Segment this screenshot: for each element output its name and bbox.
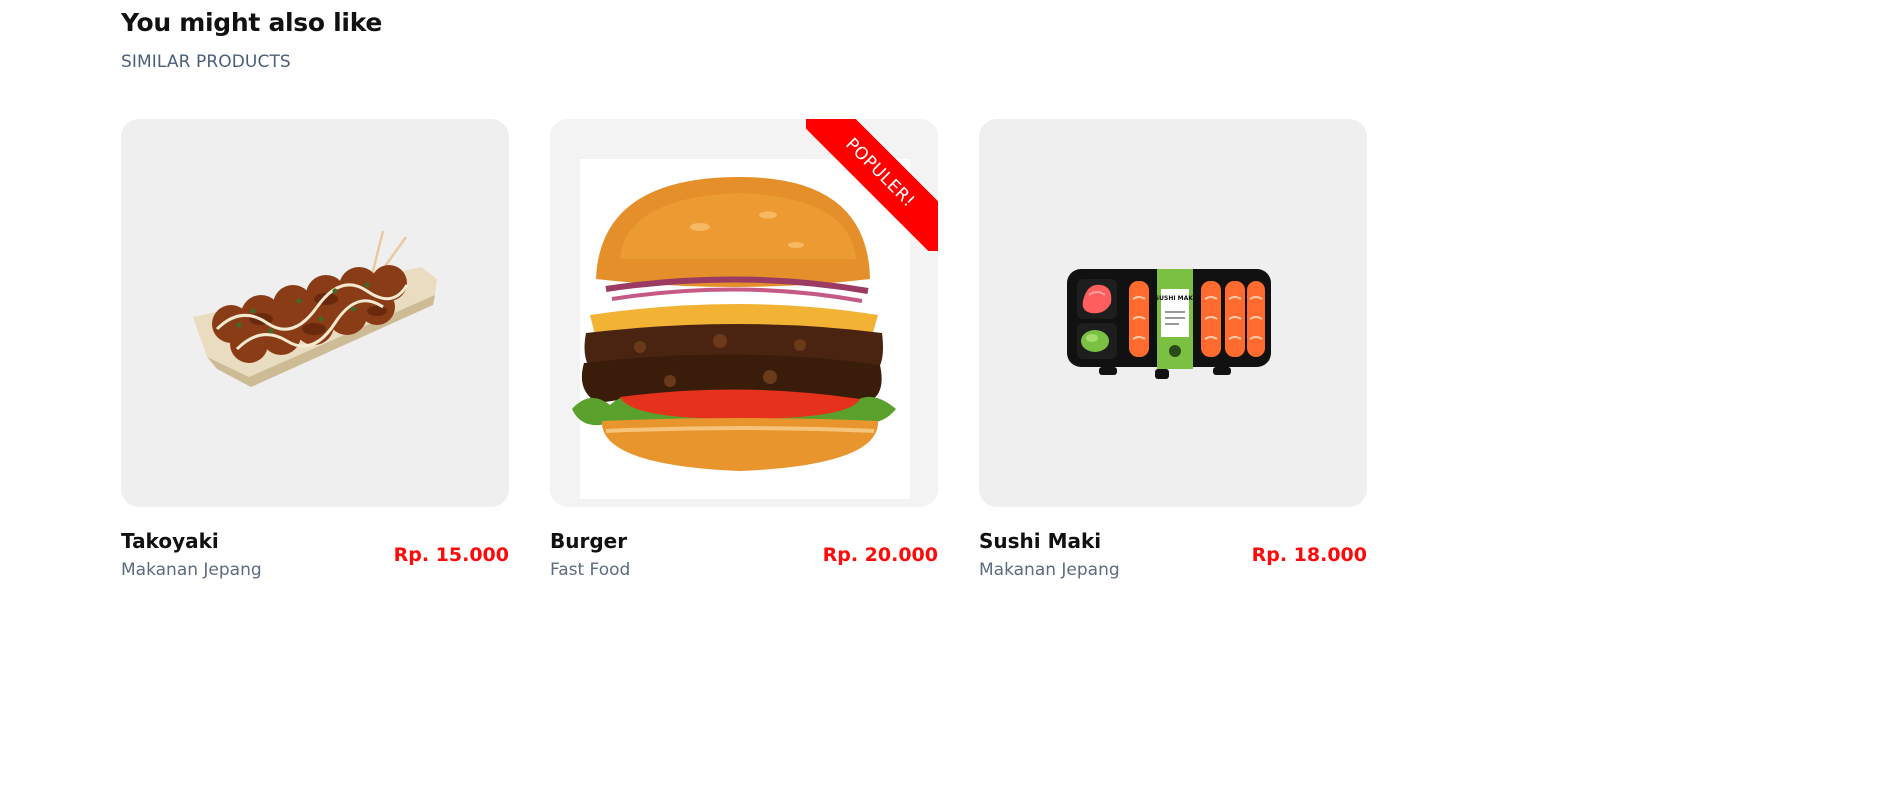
product-price: Rp. 20.000 [822, 543, 938, 566]
section-subtitle: SIMILAR PRODUCTS [121, 52, 291, 72]
product-grid: Takoyaki Makanan Jepang Rp. 15.000 POPUL… [121, 119, 1367, 580]
product-thumbnail[interactable] [121, 119, 509, 507]
product-name[interactable]: Sushi Maki [979, 529, 1120, 553]
product-info: Burger Fast Food Rp. 20.000 [550, 529, 938, 580]
product-category: Makanan Jepang [121, 560, 262, 580]
product-price: Rp. 18.000 [1251, 543, 1367, 566]
sushi-pack-label: SUSHI MAKI [1155, 295, 1195, 302]
product-info: Takoyaki Makanan Jepang Rp. 15.000 [121, 529, 509, 580]
product-card-sushi-maki[interactable]: SUSHI MAKI Sushi Maki Makanan Jepang Rp.… [979, 119, 1367, 580]
product-thumbnail[interactable]: SUSHI MAKI [979, 119, 1367, 507]
similar-products-header: You might also like SIMILAR PRODUCTS [121, 8, 382, 72]
product-card-burger[interactable]: POPULER! Burger Fast Food Rp. 20.000 [550, 119, 938, 580]
product-category: Makanan Jepang [979, 560, 1120, 580]
product-info: Sushi Maki Makanan Jepang Rp. 18.000 [979, 529, 1367, 580]
sushi-maki-image: SUSHI MAKI [1067, 269, 1271, 379]
product-thumbnail[interactable]: POPULER! [550, 119, 938, 507]
section-title: You might also like [121, 8, 382, 37]
popular-ribbon-label: POPULER! [806, 119, 938, 251]
product-category: Fast Food [550, 560, 631, 580]
product-name[interactable]: Takoyaki [121, 529, 262, 553]
product-name[interactable]: Burger [550, 529, 630, 553]
takoyaki-image [193, 230, 437, 387]
product-price: Rp. 15.000 [393, 543, 509, 566]
product-card-takoyaki[interactable]: Takoyaki Makanan Jepang Rp. 15.000 [121, 119, 509, 580]
popular-ribbon: POPULER! [806, 119, 938, 251]
